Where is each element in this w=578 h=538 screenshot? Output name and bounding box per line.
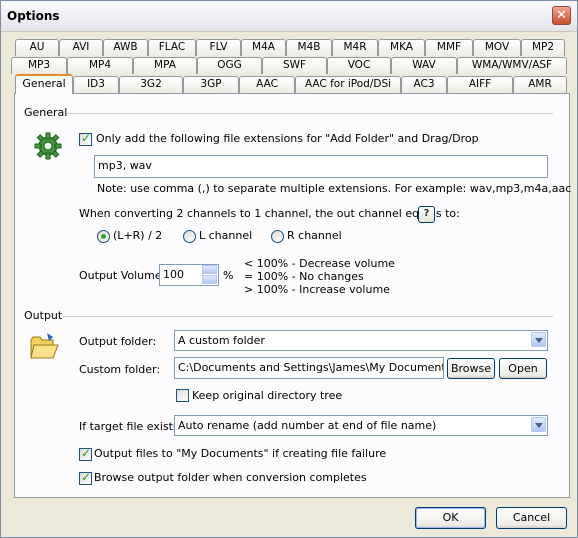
- tab-wav[interactable]: WAV: [391, 57, 457, 74]
- tab-awb[interactable]: AWB: [103, 39, 148, 56]
- tab-m4a[interactable]: M4A: [241, 39, 286, 56]
- only-add-extensions-checkbox[interactable]: ✓: [79, 131, 92, 146]
- tab-id3[interactable]: ID3: [73, 76, 119, 93]
- tab-aiff[interactable]: AIFF: [447, 76, 513, 93]
- open-button[interactable]: Open: [499, 358, 547, 379]
- tab-flv[interactable]: FLV: [196, 39, 241, 56]
- keep-directory-tree-label: Keep original directory tree: [192, 389, 343, 402]
- extensions-note: Note: use comma (,) to separate multiple…: [97, 182, 572, 195]
- channels-help-button[interactable]: ?: [418, 206, 435, 223]
- tab-ogg[interactable]: OGG: [197, 57, 262, 74]
- custom-folder-input[interactable]: C:\Documents and Settings\James\My Docum…: [174, 357, 444, 379]
- radio-lr-average-label: (L+R) / 2: [113, 229, 163, 242]
- checkmark-icon: ✓: [81, 446, 92, 460]
- radio-selected-dot: [101, 234, 106, 239]
- open-folder-icon: [29, 331, 59, 364]
- radio-lr-average[interactable]: [97, 230, 110, 243]
- window-title: Options: [7, 9, 60, 23]
- percent-sign: %: [223, 269, 234, 282]
- tab-3g2[interactable]: 3G2: [119, 76, 183, 93]
- tab-row-1: AU AVI AWB FLAC FLV M4A M4B M4R MKA MMF …: [1, 39, 578, 57]
- tab-mmf[interactable]: MMF: [425, 39, 473, 56]
- chevron-down-icon[interactable]: [531, 332, 546, 347]
- tab-ac3[interactable]: AC3: [401, 76, 447, 93]
- title-bar[interactable]: Options ✕: [1, 1, 577, 32]
- tab-voc[interactable]: VOC: [327, 57, 391, 74]
- general-section-title: General: [24, 106, 68, 119]
- output-to-mydocs-label: Output files to "My Documents" if creati…: [94, 447, 387, 460]
- tab-avi[interactable]: AVI: [59, 39, 103, 56]
- if-target-exists-select[interactable]: Auto rename (add number at end of file n…: [174, 415, 548, 436]
- chevron-down-icon[interactable]: [531, 417, 546, 432]
- extensions-input[interactable]: mp3, wav: [94, 155, 548, 178]
- output-folder-label: Output folder:: [79, 335, 157, 348]
- channels-label: When converting 2 channels to 1 channel,…: [79, 207, 460, 220]
- output-divider: [63, 316, 553, 317]
- tab-m4r[interactable]: M4R: [332, 39, 378, 56]
- tab-wma-wmv-asf[interactable]: WMA/WMV/ASF: [457, 57, 567, 74]
- tab-3gp[interactable]: 3GP: [183, 76, 239, 93]
- output-volume-label: Output Volume:: [79, 269, 166, 282]
- tab-row-3: General ID3 3G2 3GP AAC AAC for iPod/DSi…: [1, 74, 578, 94]
- custom-folder-label: Custom folder:: [79, 363, 161, 376]
- if-target-exists-label: If target file exists: [79, 420, 179, 433]
- tab-aac-ipod-dsi[interactable]: AAC for iPod/DSi: [295, 76, 401, 93]
- browse-button[interactable]: Browse: [447, 358, 495, 379]
- tab-mp3[interactable]: MP3: [11, 57, 67, 74]
- tab-row-2: MP3 MP4 MPA OGG SWF VOC WAV WMA/WMV/ASF: [1, 57, 578, 75]
- tab-m4b[interactable]: M4B: [286, 39, 332, 56]
- tab-amr[interactable]: AMR: [513, 76, 567, 93]
- tab-mka[interactable]: MKA: [378, 39, 425, 56]
- tab-au[interactable]: AU: [15, 39, 59, 56]
- radio-left-channel-label: L channel: [199, 229, 253, 242]
- cancel-button[interactable]: Cancel: [496, 507, 567, 529]
- output-to-mydocs-checkbox[interactable]: ✓: [79, 446, 92, 461]
- radio-right-channel[interactable]: [271, 230, 284, 243]
- volume-spinner[interactable]: [202, 265, 218, 285]
- spin-up-icon[interactable]: [202, 265, 217, 274]
- general-divider: [67, 113, 553, 114]
- spin-down-icon[interactable]: [202, 275, 217, 284]
- tab-mp4[interactable]: MP4: [67, 57, 133, 74]
- tab-aac[interactable]: AAC: [239, 76, 295, 93]
- output-folder-value: A custom folder: [178, 334, 265, 347]
- only-add-extensions-label: Only add the following file extensions f…: [96, 132, 479, 145]
- ok-button[interactable]: OK: [415, 507, 486, 529]
- radio-right-channel-label: R channel: [287, 229, 342, 242]
- options-dialog: Options ✕ AU AVI AWB FLAC FLV M4A M4B M4…: [0, 0, 578, 538]
- browse-when-done-label: Browse output folder when conversion com…: [94, 471, 367, 484]
- volume-note-no-change: = 100% - No changes: [244, 270, 364, 283]
- output-section-title: Output: [24, 309, 63, 322]
- output-folder-select[interactable]: A custom folder: [174, 330, 548, 351]
- volume-note-increase: > 100% - Increase volume: [244, 283, 390, 296]
- tab-general[interactable]: General: [15, 74, 73, 94]
- tab-mov[interactable]: MOV: [473, 39, 521, 56]
- keep-directory-tree-checkbox[interactable]: [176, 389, 189, 402]
- tab-flac[interactable]: FLAC: [148, 39, 196, 56]
- volume-note-decrease: < 100% - Decrease volume: [244, 257, 395, 270]
- tab-swf[interactable]: SWF: [262, 57, 327, 74]
- tab-mpa[interactable]: MPA: [133, 57, 197, 74]
- close-button[interactable]: ✕: [552, 6, 571, 25]
- browse-when-done-checkbox[interactable]: ✓: [79, 470, 92, 485]
- close-icon: ✕: [556, 8, 567, 23]
- tab-mp2[interactable]: MP2: [521, 39, 565, 56]
- radio-left-channel[interactable]: [183, 230, 196, 243]
- checkmark-icon: ✓: [81, 131, 92, 145]
- if-target-exists-value: Auto rename (add number at end of file n…: [178, 419, 437, 432]
- checkmark-icon: ✓: [81, 470, 92, 484]
- gear-icon: [33, 131, 63, 164]
